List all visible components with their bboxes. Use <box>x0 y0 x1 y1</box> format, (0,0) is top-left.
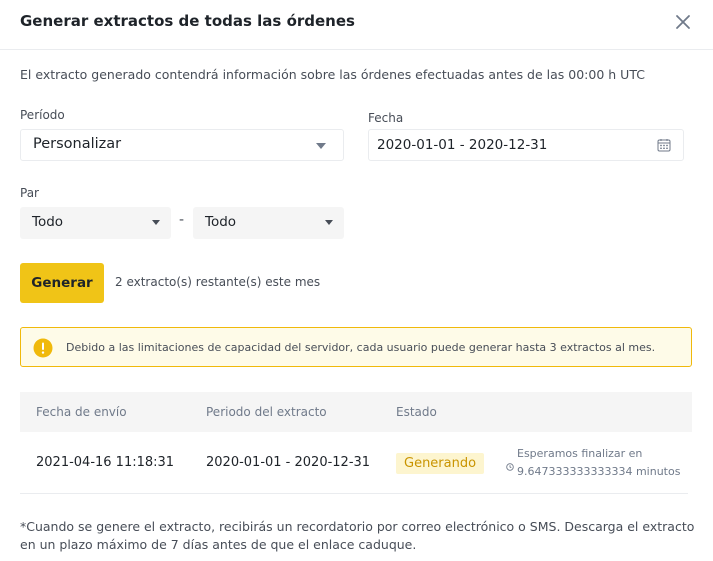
caret-down-icon <box>152 220 160 225</box>
footnote-text: *Cuando se genere el extracto, recibirás… <box>20 519 695 552</box>
intro-text: El extracto generado contendrá informaci… <box>20 67 645 82</box>
period-select[interactable]: Personalizar <box>20 129 344 161</box>
status-badge: Generando <box>396 453 485 474</box>
row-period: 2020-01-01 - 2020-12-31 <box>206 455 371 470</box>
column-header-sent-date: Fecha de envío <box>36 405 127 419</box>
eta-line-2: 9.647333333333334 minutos <box>517 465 681 478</box>
calendar-icon <box>657 139 671 152</box>
statements-table: Fecha de envío Periodo del extracto Esta… <box>20 392 692 494</box>
pair-base-select[interactable]: Todo <box>20 207 171 239</box>
remaining-count-text: 2 extracto(s) restante(s) este mes <box>115 275 321 289</box>
date-range-value: 2020-01-01 - 2020-12-31 <box>377 137 548 153</box>
pair-separator: - <box>179 212 185 228</box>
period-value: Personalizar <box>33 136 122 152</box>
eta-line-1: Esperamos finalizar en <box>517 447 643 460</box>
pair-label: Par <box>20 186 39 200</box>
modal-title: Generar extractos de todas las órdenes <box>20 12 355 30</box>
pair-base-value: Todo <box>32 214 64 230</box>
caret-down-icon <box>316 143 326 149</box>
alert-text: Debido a las limitaciones de capacidad d… <box>66 341 656 354</box>
period-label: Período <box>20 108 65 122</box>
column-header-period: Periodo del extracto <box>206 405 327 419</box>
modal-header: Generar extractos de todas las órdenes <box>0 0 713 50</box>
clock-icon <box>506 463 514 471</box>
table-row: 2021-04-16 11:18:31 2020-01-01 - 2020-12… <box>20 432 688 494</box>
pair-quote-select[interactable]: Todo <box>193 207 344 239</box>
warning-icon <box>33 338 53 358</box>
table-header: Fecha de envío Periodo del extracto Esta… <box>20 392 692 432</box>
close-icon <box>676 15 690 29</box>
pair-quote-value: Todo <box>205 214 237 230</box>
date-range-input[interactable]: 2020-01-01 - 2020-12-31 <box>368 129 684 161</box>
date-label: Fecha <box>368 111 404 125</box>
close-button[interactable] <box>671 10 695 34</box>
row-sent-date: 2021-04-16 11:18:31 <box>36 455 175 470</box>
caret-down-icon <box>325 220 333 225</box>
generate-button[interactable]: Generar <box>20 263 104 303</box>
limit-alert: Debido a las limitaciones de capacidad d… <box>20 327 692 367</box>
column-header-status: Estado <box>396 405 437 419</box>
